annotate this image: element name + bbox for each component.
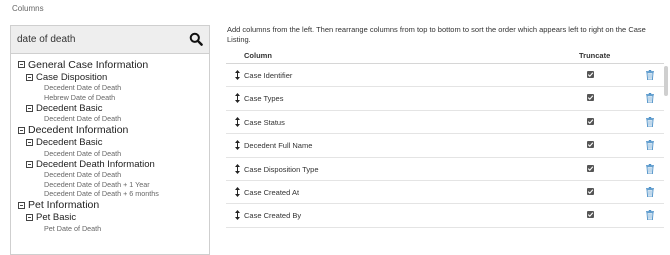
section-title: Columns xyxy=(12,4,44,13)
tree-sub-pet-basic[interactable]: Pet Basic xyxy=(26,212,209,224)
trash-icon[interactable] xyxy=(646,116,654,127)
row-label: Case Types xyxy=(244,94,284,104)
drag-handle-icon[interactable] xyxy=(235,116,240,127)
trash-icon[interactable] xyxy=(646,210,654,221)
checkbox-checked-icon xyxy=(587,119,594,124)
checkbox-checked-icon xyxy=(587,165,594,171)
tree-sub-case-disposition[interactable]: Case Disposition xyxy=(26,71,209,83)
truncate-checkbox[interactable] xyxy=(587,94,594,102)
trash-icon[interactable] xyxy=(646,70,654,80)
selected-columns-list: Case Identifier Case Types Case Status Dece… xyxy=(226,64,664,228)
tree-sub-label: Decedent Death Information xyxy=(36,158,155,170)
tree-sub-decedent-basic[interactable]: Decedent Basic xyxy=(26,137,209,149)
checkbox-checked-icon xyxy=(587,189,594,194)
drag-handle-icon[interactable] xyxy=(235,70,240,80)
row-label: Case Created By xyxy=(244,211,302,221)
table-header: Column Truncate xyxy=(226,49,664,64)
checkbox-checked-icon xyxy=(587,72,594,78)
truncate-checkbox[interactable] xyxy=(587,117,594,125)
drag-handle-icon[interactable] xyxy=(235,163,240,174)
tree-group-label: Pet Information xyxy=(28,199,100,211)
table-row[interactable]: Case Created At xyxy=(226,181,664,205)
minus-square-icon[interactable] xyxy=(26,139,33,146)
tree-group-label: General Case Information xyxy=(28,58,149,71)
selected-columns-panel: Add columns from the left. Then rearrang… xyxy=(226,25,664,228)
trash-icon[interactable] xyxy=(646,140,654,151)
drag-handle-icon[interactable] xyxy=(235,210,240,221)
tree-leaf[interactable]: Decedent Date of Death xyxy=(44,170,209,180)
trash-icon[interactable] xyxy=(646,93,654,104)
column-header: Column xyxy=(244,51,272,60)
row-label: Case Identifier xyxy=(244,71,293,80)
table-row[interactable]: Case Status xyxy=(226,111,664,135)
tree-sub-decedent-basic[interactable]: Decedent Basic xyxy=(26,102,209,114)
tree-group-general[interactable]: General Case Information xyxy=(18,58,209,71)
available-columns-panel: General Case Information Case Dispositio… xyxy=(10,25,210,255)
minus-square-icon[interactable] xyxy=(18,126,25,134)
tree-leaf[interactable]: Decedent Date of Death + 6 months xyxy=(44,189,209,199)
tree-group-pet[interactable]: Pet Information xyxy=(18,199,209,212)
search-box xyxy=(11,26,209,54)
tree-sub-death-information[interactable]: Decedent Death Information xyxy=(26,158,209,170)
row-label: Case Created At xyxy=(244,187,300,197)
drag-handle-icon[interactable] xyxy=(235,186,240,197)
truncate-checkbox[interactable] xyxy=(587,141,594,149)
truncate-checkbox[interactable] xyxy=(587,211,594,219)
tree-group-label: Decedent Information xyxy=(28,124,129,136)
row-label: Decedent Full Name xyxy=(244,141,313,151)
minus-square-icon[interactable] xyxy=(26,214,33,221)
table-row[interactable]: Case Created By xyxy=(226,204,664,228)
trash-icon[interactable] xyxy=(646,186,654,197)
minus-square-icon[interactable] xyxy=(26,73,33,81)
search-icon[interactable] xyxy=(189,32,203,46)
table-row[interactable]: Case Disposition Type xyxy=(226,158,664,181)
minus-square-icon[interactable] xyxy=(18,61,25,68)
minus-square-icon[interactable] xyxy=(26,160,33,168)
search-input[interactable] xyxy=(11,26,181,52)
drag-handle-icon[interactable] xyxy=(235,140,240,151)
minus-square-icon[interactable] xyxy=(26,104,33,112)
tree-group-decedent[interactable]: Decedent Information xyxy=(18,124,209,137)
table-row[interactable]: Decedent Full Name xyxy=(226,134,664,158)
tree-leaf[interactable]: Pet Date of Death xyxy=(44,224,209,234)
tree-sub-label: Decedent Basic xyxy=(36,102,103,114)
truncate-checkbox[interactable] xyxy=(587,164,594,172)
tree-sub-label: Decedent Basic xyxy=(36,137,103,148)
table-row[interactable]: Case Types xyxy=(226,87,664,111)
tree-sub-label: Case Disposition xyxy=(36,71,108,83)
minus-square-icon[interactable] xyxy=(18,201,25,209)
checkbox-checked-icon xyxy=(587,142,594,148)
tree-leaf[interactable]: Decedent Date of Death xyxy=(44,149,209,159)
tree-leaf[interactable]: Decedent Date of Death xyxy=(44,83,209,93)
scrollbar[interactable] xyxy=(664,66,668,96)
instructions-text: Add columns from the left. Then rearrang… xyxy=(227,25,646,44)
truncate-checkbox[interactable] xyxy=(587,187,594,195)
truncate-checkbox[interactable] xyxy=(587,71,594,78)
column-tree: General Case Information Case Dispositio… xyxy=(11,54,209,233)
drag-handle-icon[interactable] xyxy=(235,93,240,104)
row-label: Case Disposition Type xyxy=(244,164,319,174)
row-label: Case Status xyxy=(244,117,285,127)
trash-icon[interactable] xyxy=(646,163,654,174)
checkbox-checked-icon xyxy=(587,212,594,218)
checkbox-checked-icon xyxy=(587,95,594,101)
tree-leaf[interactable]: Decedent Date of Death + 1 Year xyxy=(44,180,209,190)
table-row[interactable]: Case Identifier xyxy=(226,64,664,88)
truncate-header: Truncate xyxy=(579,51,611,60)
tree-leaf[interactable]: Hebrew Date of Death xyxy=(44,93,209,103)
tree-leaf[interactable]: Decedent Date of Death xyxy=(44,114,209,124)
tree-sub-label: Pet Basic xyxy=(36,212,77,223)
